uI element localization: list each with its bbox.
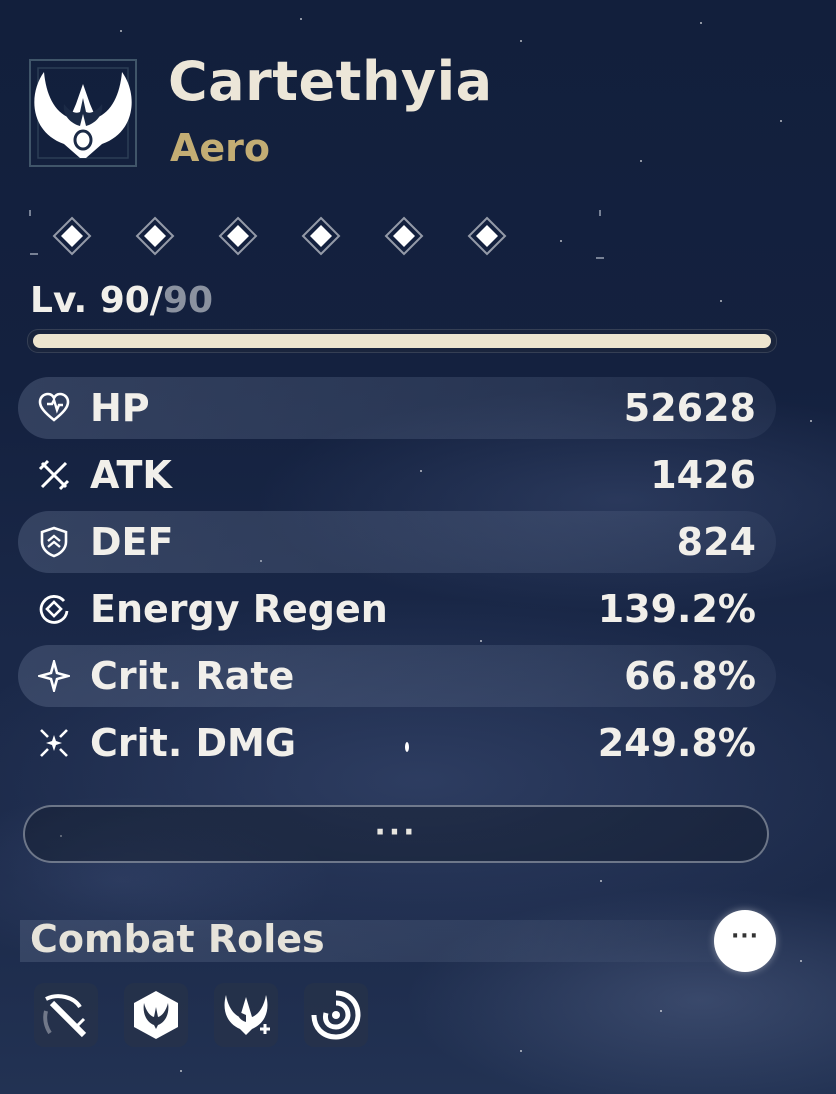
stat-value: 1426 xyxy=(650,453,756,497)
sequence-node-2[interactable] xyxy=(135,216,175,256)
xp-progress-bar xyxy=(27,329,777,353)
level-separator: / xyxy=(149,280,163,321)
stat-row-hp: HP 52628 xyxy=(18,377,776,439)
character-name: Cartethyia xyxy=(168,50,493,113)
stat-label: ATK xyxy=(90,453,172,497)
stat-row-crit-rate: Crit. Rate 66.8% xyxy=(18,645,776,707)
crit-dmg-icon xyxy=(40,729,68,757)
stat-label: HP xyxy=(90,386,150,430)
sparkle-icon xyxy=(38,660,70,692)
combat-roles-more-button[interactable]: ··· xyxy=(714,910,776,972)
diamond-icon xyxy=(135,216,175,256)
heart-icon xyxy=(38,392,70,422)
crossed-swords-icon xyxy=(38,459,70,491)
stat-row-energy-regen: Energy Regen 139.2% xyxy=(18,578,776,640)
stat-label: Energy Regen xyxy=(90,587,388,631)
xp-progress-fill xyxy=(33,334,771,348)
combat-role-4[interactable] xyxy=(304,983,368,1047)
aero-crest-icon xyxy=(29,59,137,167)
shield-icon xyxy=(40,526,68,558)
stat-row-crit-dmg: Crit. DMG 249.8% xyxy=(18,712,776,774)
character-element: Aero xyxy=(170,126,271,170)
diamond-icon xyxy=(467,216,507,256)
level-max: 90 xyxy=(162,280,214,321)
crest-plus-icon xyxy=(224,995,270,1035)
stat-label: Crit. Rate xyxy=(90,654,295,698)
sequence-node-4[interactable] xyxy=(301,216,341,256)
stat-value: 824 xyxy=(676,520,756,564)
sequence-nodes xyxy=(26,202,606,266)
combat-role-3[interactable] xyxy=(214,983,278,1047)
stat-value: 249.8% xyxy=(597,721,756,765)
crest-hexagon-icon xyxy=(134,991,178,1039)
diamond-icon xyxy=(52,216,92,256)
character-crest-avatar xyxy=(24,54,142,172)
more-details-button[interactable]: ··· xyxy=(23,805,769,863)
sequence-node-6[interactable] xyxy=(467,216,507,256)
stat-value: 66.8% xyxy=(624,654,756,698)
diamond-icon xyxy=(218,216,258,256)
stat-value: 52628 xyxy=(623,386,756,430)
diamond-icon xyxy=(384,216,424,256)
stats-list: HP 52628 ATK 1426 DEF 824 Energy Regen 1… xyxy=(18,377,776,779)
combat-role-2[interactable] xyxy=(124,983,188,1047)
level-prefix: Lv. xyxy=(30,280,100,321)
stat-row-def: DEF 824 xyxy=(18,511,776,573)
diamond-icon xyxy=(301,216,341,256)
aero-swirl-icon xyxy=(311,990,361,1040)
combat-roles-more-label: ··· xyxy=(730,924,760,949)
combat-role-1[interactable] xyxy=(34,983,98,1047)
stat-label: Crit. DMG xyxy=(90,721,297,765)
combat-roles-title: Combat Roles xyxy=(30,917,325,961)
sequence-node-1[interactable] xyxy=(52,216,92,256)
more-details-label: ··· xyxy=(374,815,418,850)
stat-row-atk: ATK 1426 xyxy=(18,444,776,506)
sequence-node-5[interactable] xyxy=(384,216,424,256)
sequence-node-3[interactable] xyxy=(218,216,258,256)
energy-regen-icon xyxy=(39,595,69,624)
stat-label: DEF xyxy=(90,520,174,564)
level-indicator: Lv. 90/90 xyxy=(30,280,213,321)
level-current: 90 xyxy=(99,280,150,321)
greatsword-icon xyxy=(43,994,87,1038)
stat-value: 139.2% xyxy=(597,587,756,631)
